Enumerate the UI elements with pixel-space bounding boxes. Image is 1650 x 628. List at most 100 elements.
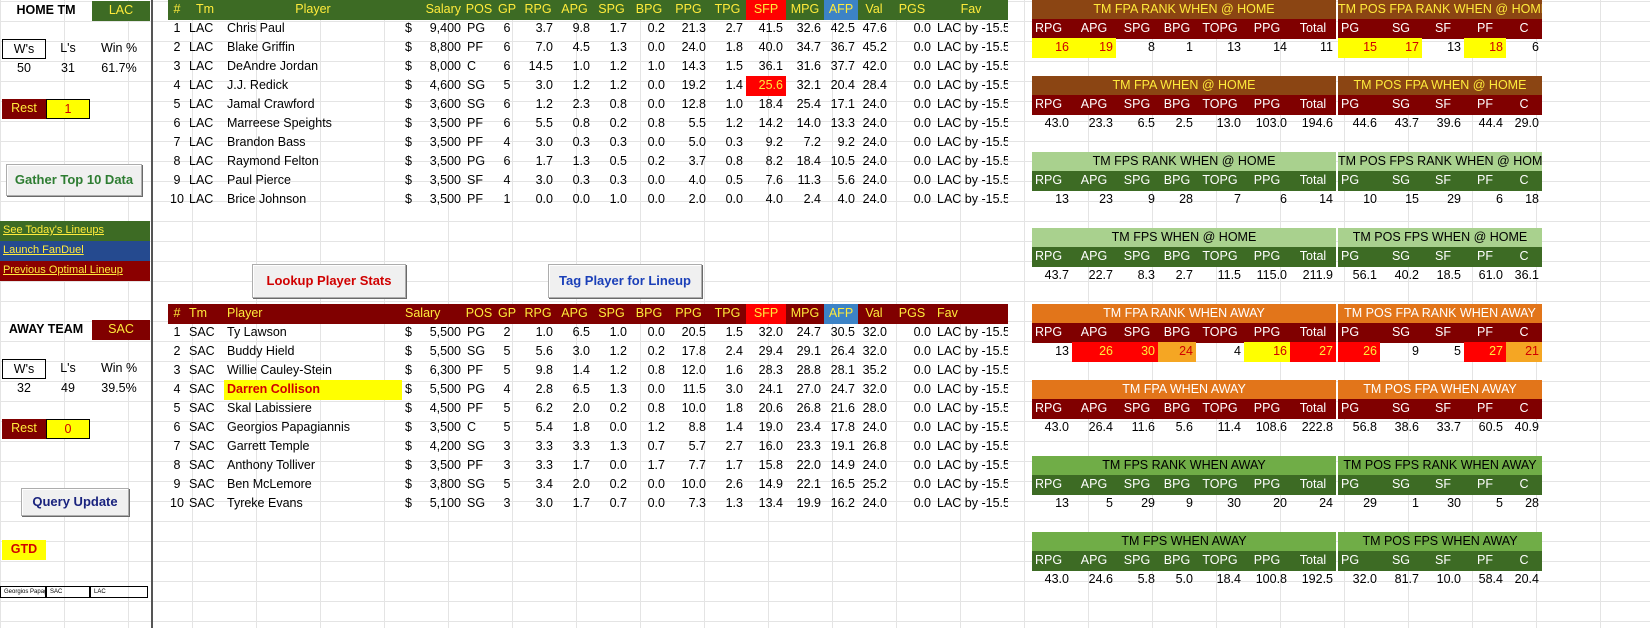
block-value-total: 27 [1290,342,1336,362]
col-header-pgs[interactable]: PGS [890,0,934,20]
col-header-tm[interactable]: Tm [186,0,224,20]
player-name[interactable]: J.J. Redick [224,76,402,96]
col-header-mpg[interactable]: MPG [786,0,824,20]
launch-fanduel-link[interactable]: Launch FanDuel [0,241,150,261]
col-header-salary[interactable]: Salary [402,304,464,324]
player-name[interactable]: Skal Labissiere [224,399,402,419]
cell-pos: PF [467,116,483,130]
col-header-apg[interactable]: APG [556,0,593,20]
player-name[interactable]: Raymond Felton [224,152,402,172]
cell-afp: 19.1 [830,439,855,453]
block-col-total: Total [1290,171,1336,191]
col-header-ppg[interactable]: PPG [668,0,709,20]
col-header-sfp[interactable]: SFP [746,0,786,20]
col-header-afp[interactable]: AFP [824,304,858,324]
col-header-pos[interactable]: POS [464,0,494,20]
player-name[interactable]: Marreese Speights [224,114,402,134]
salary-currency: $ [405,154,412,168]
col-header-num[interactable]: # [168,0,186,20]
col-header-spg[interactable]: SPG [593,304,630,324]
col-header-ppg[interactable]: PPG [668,304,709,324]
see-lineups-link[interactable]: See Today's Lineups [0,221,150,241]
col-header-salary[interactable]: Salary [402,0,464,20]
player-name[interactable]: Brice Johnson [224,190,402,210]
player-name[interactable]: Brandon Bass [224,133,402,153]
col-header-val[interactable]: Val [858,304,890,324]
cell-afp: 20.4 [830,78,855,92]
player-name[interactable]: DeAndre Jordan [224,57,402,77]
previous-optimal-lineup-link[interactable]: Previous Optimal Lineup [0,261,150,281]
col-header-bpg[interactable]: BPG [630,304,668,324]
away-team-code: SAC [92,320,150,340]
salary-currency: $ [405,363,412,377]
block-title: TM FPA WHEN AWAY [1032,380,1336,400]
col-header-rpg[interactable]: RPG [520,304,556,324]
block-col-apg: APG [1072,323,1116,343]
away-rest-value[interactable]: 0 [46,419,90,439]
col-header-fav[interactable]: Fav [934,304,1008,324]
block-value-c: 40.9 [1514,420,1539,434]
player-name[interactable]: Paul Pierce [224,171,402,191]
col-header-player[interactable]: Player [224,0,402,20]
player-name[interactable]: Tyreke Evans [224,494,402,514]
player-name[interactable]: Georgios Papagiannis [224,418,402,438]
player-name[interactable]: Jamal Crawford [224,95,402,115]
col-header-num[interactable]: # [168,304,186,324]
query-update-button[interactable]: Query Update [21,488,129,516]
cell-pos: PF [467,401,483,415]
player-name[interactable]: Darren Collison [224,380,402,400]
cell-mpg: 19.9 [796,496,821,510]
player-name[interactable]: Buddy Hield [224,342,402,362]
block-col-spg: SPG [1116,551,1158,571]
lookup-player-stats-button[interactable]: Lookup Player Stats [252,264,406,298]
player-name[interactable]: Ty Lawson [224,323,402,343]
cell-pos: C [467,420,477,434]
block-col-topg: TOPG [1196,551,1244,571]
col-header-tpg[interactable]: TPG [709,304,746,324]
player-name[interactable]: Garrett Temple [224,437,402,457]
col-header-afp[interactable]: AFP [824,0,858,20]
block-col-pf: PF [1464,171,1506,191]
block-value-apg: 23 [1099,192,1113,206]
cell-val: 24.0 [862,135,887,149]
col-header-apg[interactable]: APG [556,304,593,324]
block-value-rpg: 16 [1032,38,1072,58]
cell-val: 24.0 [862,97,887,111]
player-name[interactable]: Blake Griffin [224,38,402,58]
col-header-mpg[interactable]: MPG [786,304,824,324]
col-header-rpg[interactable]: RPG [520,0,556,20]
cell-fav: LAC by -15.5 [937,401,1008,415]
col-header-player[interactable]: Player [224,304,402,324]
gather-top10-button[interactable]: Gather Top 10 Data [6,164,142,196]
col-header-fav[interactable]: Fav [934,0,1008,20]
block-value-c: 21 [1506,342,1542,362]
col-header-bpg[interactable]: BPG [630,0,668,20]
cell-afp: 14.9 [830,458,855,472]
block-value-sf: 13 [1447,40,1461,54]
col-header-tm[interactable]: Tm [186,304,224,324]
block-col-pf: PF [1464,475,1506,495]
block-value-rpg: 43.0 [1044,572,1069,586]
player-name[interactable]: Anthony Tolliver [224,456,402,476]
col-header-gp[interactable]: GP [494,0,520,20]
cell-ppg: 12.0 [681,363,706,377]
player-name[interactable]: Ben McLemore [224,475,402,495]
home-rest-value[interactable]: 1 [46,99,90,119]
cell-fav: LAC by -15.5 [937,154,1008,168]
cell-mpg: 23.3 [796,439,821,453]
col-header-gp[interactable]: GP [494,304,520,324]
col-header-val[interactable]: Val [858,0,890,20]
player-name[interactable]: Chris Paul [224,19,402,39]
col-header-sfp[interactable]: SFP [746,304,786,324]
cell-tm: LAC [189,21,214,35]
col-header-pgs[interactable]: PGS [890,304,934,324]
away-losses-header: L's [60,361,76,375]
col-header-pos[interactable]: POS [464,304,494,324]
block-value-bpg: 5.0 [1175,572,1193,586]
block-title: TM FPS RANK WHEN AWAY [1032,456,1336,476]
player-name[interactable]: Willie Cauley-Stein [224,361,402,381]
col-header-tpg[interactable]: TPG [709,0,746,20]
tag-player-lineup-button[interactable]: Tag Player for Lineup [548,264,702,298]
cell-sfp: 25.6 [746,76,786,96]
col-header-spg[interactable]: SPG [593,0,630,20]
